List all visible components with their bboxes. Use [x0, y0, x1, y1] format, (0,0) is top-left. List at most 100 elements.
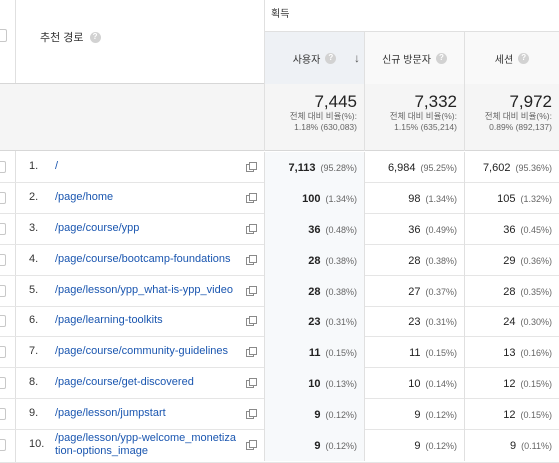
metric-group-header: 획득: [264, 0, 559, 32]
page-path-link[interactable]: /page/course/ypp: [55, 222, 139, 234]
new-visitors-percent: (1.34%): [425, 193, 457, 204]
new-visitors-cell: 6,984 (95.25%): [364, 152, 464, 183]
table-row: 3. /page/course/ypp 36 (0.48%) 36 (0.49%) 36 (0…: [0, 214, 559, 245]
column-header-sessions[interactable]: 세션 ?: [464, 32, 559, 84]
column-label: 사용자: [292, 54, 321, 66]
open-in-new-icon[interactable]: [246, 254, 257, 265]
total-value: 7,972: [509, 92, 552, 111]
users-value: 28: [308, 285, 321, 298]
row-checkbox[interactable]: [0, 161, 6, 173]
new-visitors-percent: (95.25%): [420, 162, 457, 173]
help-icon[interactable]: ?: [518, 52, 530, 64]
row-index: 1.: [29, 160, 39, 172]
row-index: 3.: [29, 222, 39, 234]
new-visitors-value: 98: [408, 192, 421, 205]
page-path-link[interactable]: /page/home: [55, 191, 113, 203]
users-value: 9: [314, 439, 321, 452]
new-visitors-percent: (0.15%): [425, 347, 457, 358]
sessions-value: 28: [503, 285, 516, 298]
new-visitors-percent: (0.31%): [425, 316, 457, 327]
page-path-link[interactable]: /page/lesson/ypp_what-is-ypp_video: [55, 284, 233, 296]
new-visitors-cell: 98 (1.34%): [364, 183, 464, 214]
sessions-percent: (0.30%): [520, 316, 552, 327]
sessions-percent: (0.15%): [520, 378, 552, 389]
new-visitors-value: 11: [409, 346, 421, 359]
new-visitors-value: 10: [408, 377, 421, 390]
sessions-value: 13: [503, 346, 516, 359]
column-header-new-visitors[interactable]: 신규 방문자 ?: [364, 32, 464, 84]
open-in-new-icon[interactable]: [246, 346, 257, 357]
total-caption: 전체 대비 비율(%):: [389, 111, 457, 121]
open-in-new-icon[interactable]: [246, 223, 257, 234]
row-index: 8.: [29, 376, 39, 388]
sessions-cell: 13 (0.16%): [464, 337, 559, 368]
users-value: 100: [302, 192, 321, 205]
row-checkbox[interactable]: [0, 346, 6, 358]
row-checkbox[interactable]: [0, 285, 6, 297]
new-visitors-value: 28: [408, 254, 421, 267]
table-row: 2. /page/home 100 (1.34%) 98 (1.34%) 105 (1.32%…: [0, 183, 559, 214]
row-checkbox[interactable]: [0, 439, 6, 451]
new-visitors-value: 9: [414, 439, 421, 452]
users-cell: 28 (0.38%): [264, 245, 364, 276]
total-value: 7,445: [314, 92, 357, 111]
row-checkbox[interactable]: [0, 315, 6, 327]
users-cell: 28 (0.38%): [264, 276, 364, 307]
new-visitors-percent: (0.14%): [425, 378, 457, 389]
help-icon[interactable]: ?: [325, 52, 337, 64]
total-detail: 1.18% (630,083): [294, 122, 357, 132]
select-all-checkbox[interactable]: [0, 29, 7, 42]
group-label: 획득: [271, 9, 290, 20]
page-path-link[interactable]: /page/learning-toolkits: [55, 314, 163, 326]
help-icon[interactable]: ?: [435, 52, 447, 64]
sessions-cell: 12 (0.15%): [464, 399, 559, 430]
page-path-link[interactable]: /page/lesson/jumpstart: [55, 407, 166, 419]
open-in-new-icon[interactable]: [246, 408, 257, 419]
row-index: 9.: [29, 407, 39, 419]
users-cell: 9 (0.12%): [264, 399, 364, 430]
users-cell: 100 (1.34%): [264, 183, 364, 214]
sessions-percent: (0.16%): [520, 347, 552, 358]
total-caption: 전체 대비 비율(%):: [289, 111, 357, 121]
total-new-visitors: 7,332 전체 대비 비율(%): 1.15% (635,214): [364, 84, 464, 151]
open-in-new-icon[interactable]: [246, 315, 257, 326]
open-in-new-icon[interactable]: [246, 377, 257, 388]
row-checkbox[interactable]: [0, 192, 6, 204]
page-path-link[interactable]: /page/course/get-discovered: [55, 376, 194, 388]
open-in-new-icon[interactable]: [246, 439, 257, 450]
row-checkbox[interactable]: [0, 408, 6, 420]
page-path-link[interactable]: /page/lesson/ypp-welcome_monetiza tion-op…: [55, 432, 236, 458]
sessions-value: 12: [503, 377, 516, 390]
open-in-new-icon[interactable]: [246, 285, 257, 296]
open-in-new-icon[interactable]: [246, 192, 257, 203]
sessions-percent: (0.15%): [520, 409, 552, 420]
dimension-label: 추천 경로: [40, 32, 84, 44]
sessions-value: 29: [503, 254, 516, 267]
total-sessions: 7,972 전체 대비 비율(%): 0.89% (892,137): [464, 84, 559, 151]
table-row: 9. /page/lesson/jumpstart 9 (0.12%) 9 (0.12%)…: [0, 399, 559, 430]
table-row: 4. /page/course/bootcamp-foundations 28 (0.…: [0, 245, 559, 276]
users-cell: 10 (0.13%): [264, 368, 364, 399]
sessions-cell: 24 (0.30%): [464, 306, 559, 337]
page-path-link[interactable]: /: [55, 160, 58, 172]
new-visitors-cell: 9 (0.12%): [364, 430, 464, 461]
sessions-cell: 9 (0.11%): [464, 430, 559, 461]
sessions-value: 7,602: [482, 161, 511, 174]
open-in-new-icon[interactable]: [246, 161, 257, 172]
users-cell: 11 (0.15%): [264, 337, 364, 368]
dimension-header[interactable]: 추천 경로 ?: [40, 29, 101, 45]
page-path-link[interactable]: /page/course/bootcamp-foundations: [55, 253, 231, 265]
sessions-cell: 12 (0.15%): [464, 368, 559, 399]
row-index: 7.: [29, 345, 39, 357]
row-checkbox[interactable]: [0, 377, 6, 389]
users-percent: (0.31%): [325, 316, 357, 327]
page-path-link[interactable]: /page/course/community-guidelines: [55, 345, 228, 357]
column-header-users[interactable]: 사용자 ? ↓: [264, 32, 364, 84]
row-checkbox[interactable]: [0, 223, 6, 235]
new-visitors-cell: 9 (0.12%): [364, 399, 464, 430]
row-checkbox[interactable]: [0, 254, 6, 266]
row-index: 6.: [29, 314, 39, 326]
sessions-percent: (0.35%): [520, 286, 552, 297]
help-icon[interactable]: ?: [89, 31, 101, 43]
new-visitors-percent: (0.12%): [425, 440, 457, 451]
